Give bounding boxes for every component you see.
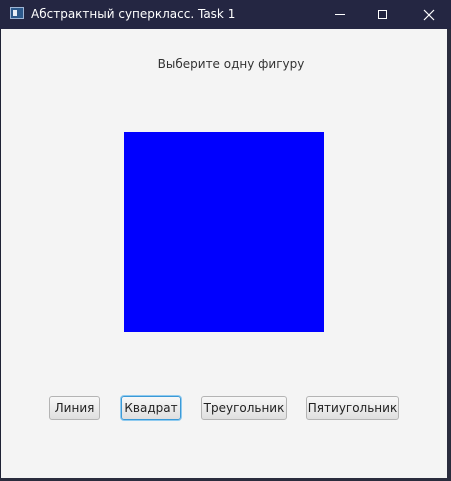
triangle-button[interactable]: Треугольник (201, 396, 287, 420)
line-button[interactable]: Линия (49, 396, 100, 420)
window-title: Абстрактный суперкласс. Task 1 (31, 7, 236, 21)
minimize-icon (335, 14, 345, 15)
app-window: Абстрактный суперкласс. Task 1 Выберите … (0, 0, 451, 481)
close-icon (423, 9, 435, 20)
maximize-icon (377, 10, 387, 19)
title-bar[interactable]: Абстрактный суперкласс. Task 1 (0, 0, 451, 29)
square-shape (124, 132, 324, 332)
main-pane: Выберите одну фигуру Линия Квадрат Треуг… (1, 29, 447, 478)
square-button[interactable]: Квадрат (121, 396, 181, 420)
pentagon-button[interactable]: Пятиугольник (306, 396, 399, 420)
window-border-right (447, 29, 451, 481)
minimize-button[interactable] (318, 0, 362, 29)
maximize-button[interactable] (360, 0, 404, 29)
app-icon (10, 7, 24, 19)
close-button[interactable] (407, 0, 451, 29)
